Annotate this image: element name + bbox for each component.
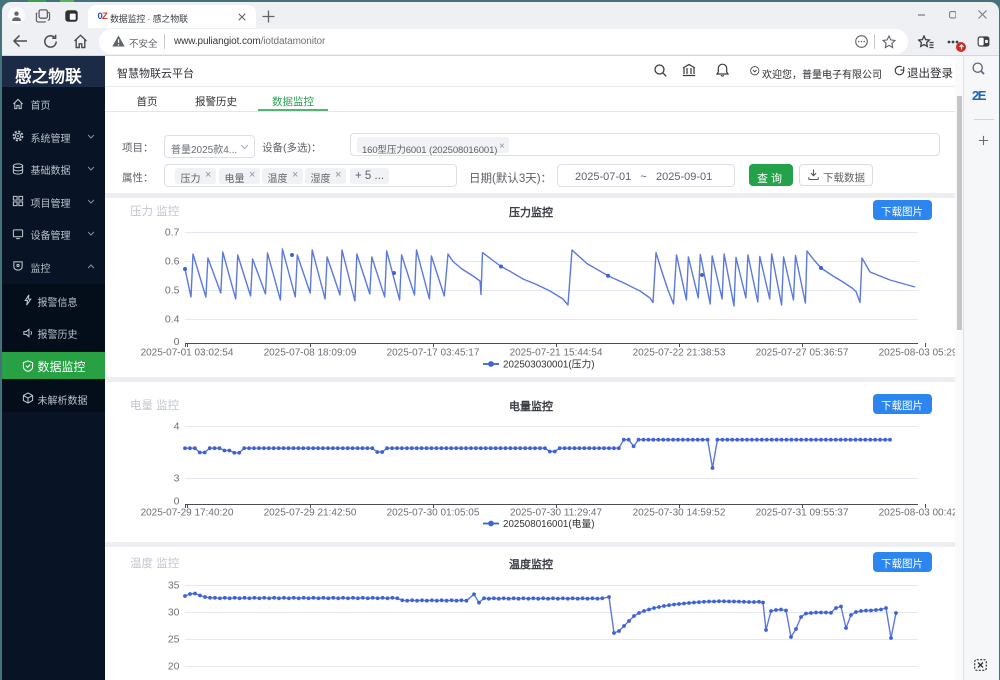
svg-text:2025-07-21 15:44:54: 2025-07-21 15:44:54	[510, 348, 603, 359]
svg-text:25: 25	[168, 634, 180, 646]
svg-text:2025-07-29 17:40:20: 2025-07-29 17:40:20	[141, 508, 234, 519]
svg-text:2025-07-30 14:59:52: 2025-07-30 14:59:52	[633, 508, 726, 519]
svg-text:0.7: 0.7	[165, 227, 180, 239]
svg-text:2025-07-27 05:36:57: 2025-07-27 05:36:57	[756, 348, 849, 359]
svg-text:0: 0	[174, 336, 180, 348]
svg-text:35: 35	[168, 580, 180, 592]
svg-text:30: 30	[168, 607, 180, 619]
svg-text:2025-07-22 21:38:53: 2025-07-22 21:38:53	[633, 348, 726, 359]
svg-text:0.5: 0.5	[165, 285, 180, 297]
svg-text:2025-07-30 01:05:05: 2025-07-30 01:05:05	[387, 508, 480, 519]
svg-text:2025-07-29 21:42:50: 2025-07-29 21:42:50	[264, 508, 357, 519]
svg-text:0.4: 0.4	[165, 314, 180, 326]
svg-text:202508016001(电量): 202508016001(电量)	[503, 517, 595, 530]
svg-text:2025-07-08 18:09:09: 2025-07-08 18:09:09	[264, 348, 357, 359]
svg-text:2025-07-31 09:55:37: 2025-07-31 09:55:37	[756, 508, 849, 519]
svg-text:2025-07-01 03:02:54: 2025-07-01 03:02:54	[141, 348, 234, 359]
svg-text:0: 0	[174, 496, 180, 508]
svg-text:0.6: 0.6	[165, 256, 180, 268]
svg-text:202503030001(压力): 202503030001(压力)	[503, 358, 595, 371]
svg-text:2025-07-17 03:45:17: 2025-07-17 03:45:17	[387, 348, 480, 359]
svg-text:3: 3	[174, 473, 180, 485]
svg-text:4: 4	[174, 421, 180, 433]
svg-text:20: 20	[168, 661, 180, 673]
svg-text:2025-07-30 11:29:47: 2025-07-30 11:29:47	[510, 508, 603, 519]
